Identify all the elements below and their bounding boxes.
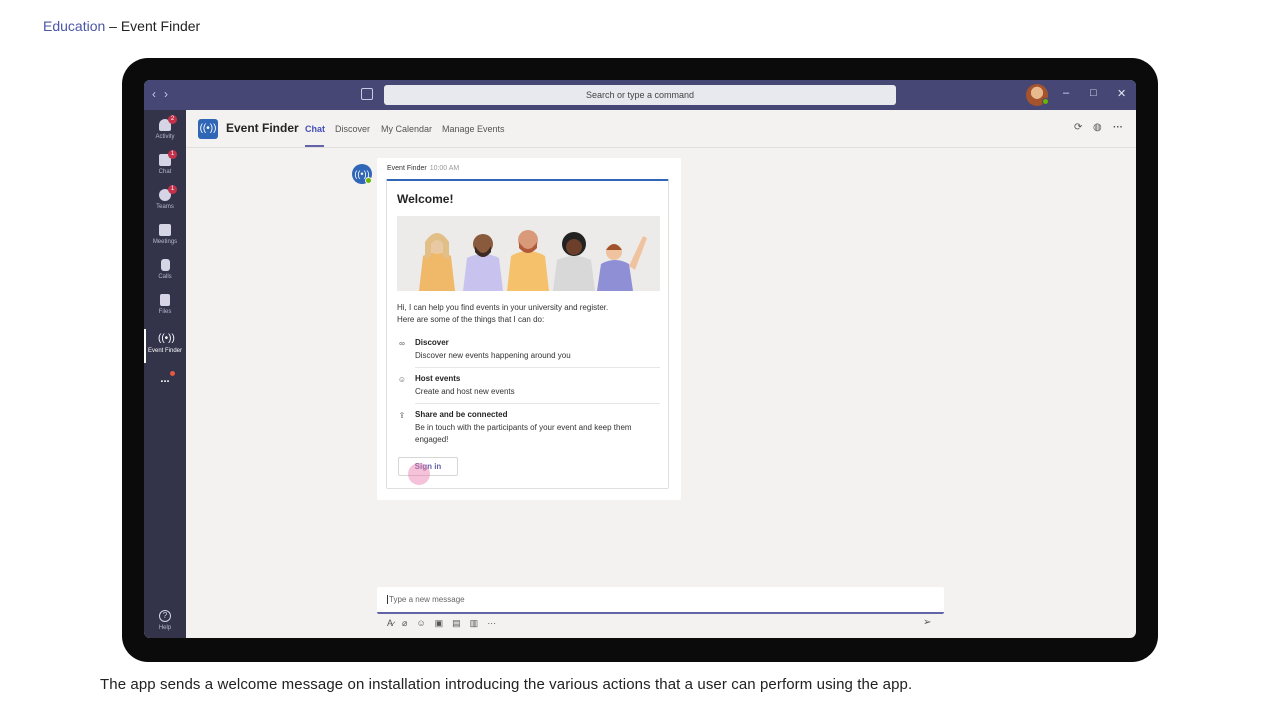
calendar-icon — [159, 224, 171, 236]
active-tab-indicator — [305, 145, 324, 147]
phone-icon — [160, 259, 170, 271]
feature-title: Host events — [415, 374, 461, 383]
rail-item-help[interactable]: ? Help — [144, 610, 186, 631]
close-button[interactable]: ✕ — [1117, 87, 1126, 100]
slide-caption: The app sends a welcome message on insta… — [100, 676, 913, 693]
intro-text: Hi, I can help you find events in your u… — [397, 302, 657, 326]
message-meta: Event Finder 10:00 AM — [387, 165, 459, 172]
rail-label-calls: Calls — [158, 274, 172, 280]
title-bar: ‹ › Search or type a command – □ ✕ — [144, 80, 1136, 110]
page-header: Education – Event Finder — [43, 18, 200, 34]
tab-manage-events[interactable]: Manage Events — [442, 124, 505, 134]
bot-presence-icon — [365, 177, 372, 184]
rail-label-teams: Teams — [156, 204, 174, 210]
page-header-title: – Event Finder — [105, 18, 201, 34]
feature-desc: Be in touch with the participants of you… — [415, 423, 632, 444]
presence-available-icon — [1042, 98, 1049, 105]
compose-placeholder: Type a new message — [387, 595, 465, 604]
tab-my-calendar[interactable]: My Calendar — [381, 124, 432, 134]
bot-message: Event Finder 10:00 AM Welcome! Hi, I can… — [377, 158, 681, 500]
more-apps-dot — [170, 371, 175, 376]
back-arrow-icon[interactable]: ‹ — [152, 87, 156, 101]
rail-item-calls[interactable]: Calls — [144, 259, 186, 280]
teams-badge: 1 — [168, 185, 177, 194]
feature-title: Discover — [415, 338, 449, 347]
send-icon[interactable]: ➢ — [923, 617, 931, 628]
tab-chat[interactable]: Chat — [305, 124, 325, 134]
tap-indicator — [408, 463, 430, 485]
app-title: Event Finder — [226, 121, 299, 135]
rail-label-chat: Chat — [158, 169, 172, 175]
message-sender: Event Finder — [387, 165, 427, 172]
attach-icon[interactable]: ⌀ — [402, 618, 407, 629]
emoji-icon[interactable]: ☺ — [416, 618, 425, 629]
people-illustration — [397, 216, 660, 291]
rail-label-meetings: Meetings — [152, 239, 178, 245]
rail-item-event-finder[interactable]: ((•)) Event Finder — [144, 329, 186, 363]
maximize-button[interactable]: □ — [1090, 87, 1097, 99]
compose-toolbar: A̷ ⌀ ☺ ▣ ▤ ▥ ··· — [387, 618, 496, 629]
activity-badge: 2 — [168, 115, 177, 124]
message-compose-box[interactable]: Type a new message — [377, 587, 944, 614]
more-apps-button[interactable]: ... — [144, 371, 186, 385]
file-icon — [160, 294, 170, 306]
rail-label-files: Files — [158, 309, 172, 315]
intro-line-2: Here are some of the things that I can d… — [397, 315, 545, 324]
share-icon: ⇪ — [398, 411, 406, 420]
help-icon: ? — [159, 610, 171, 622]
search-bar[interactable]: Search or type a command — [384, 85, 896, 105]
refresh-icon[interactable]: ⟳ — [1074, 122, 1082, 133]
app-rail: 2 Activity 1 Chat 1 Teams Meetings Calls… — [144, 110, 186, 638]
app-header: ((•)) Event Finder Chat Discover My Cale… — [186, 110, 1136, 148]
teams-window: ‹ › Search or type a command – □ ✕ 2 Act… — [144, 80, 1136, 638]
more-options-icon[interactable]: ··· — [1113, 122, 1123, 133]
rail-item-chat[interactable]: 1 Chat — [144, 150, 186, 175]
divider — [415, 367, 660, 368]
forward-arrow-icon[interactable]: › — [164, 87, 168, 101]
people-illustration-svg — [397, 216, 660, 291]
minimize-button[interactable]: – — [1063, 87, 1069, 99]
intro-line-1: Hi, I can help you find events in your u… — [397, 303, 609, 312]
globe-icon[interactable]: ◍ — [1093, 122, 1102, 133]
card-title: Welcome! — [397, 192, 454, 206]
person-icon: ☺ — [397, 375, 407, 384]
rail-item-activity[interactable]: 2 Activity — [144, 115, 186, 140]
gif-icon[interactable]: ▣ — [435, 618, 444, 629]
education-link[interactable]: Education — [43, 18, 105, 34]
more-compose-options-icon[interactable]: ··· — [487, 618, 496, 629]
rail-label-activity: Activity — [155, 134, 175, 140]
ellipsis-icon: ... — [160, 373, 170, 385]
meet-now-icon[interactable]: ▥ — [470, 618, 479, 629]
sticker-icon[interactable]: ▤ — [452, 618, 461, 629]
event-finder-logo-icon: ((•)) — [198, 119, 218, 139]
nav-arrows: ‹ › — [152, 87, 168, 101]
feature-desc: Discover new events happening around you — [415, 351, 571, 360]
new-chat-icon[interactable] — [361, 88, 373, 100]
rail-item-meetings[interactable]: Meetings — [144, 224, 186, 245]
rail-label-event-finder: Event Finder — [147, 348, 183, 354]
rail-item-teams[interactable]: 1 Teams — [144, 185, 186, 210]
rail-item-files[interactable]: Files — [144, 294, 186, 315]
binoculars-icon: ∞ — [399, 339, 405, 348]
feature-title: Share and be connected — [415, 410, 508, 419]
welcome-card: Welcome! Hi, I can help you find events … — [386, 179, 669, 489]
tab-discover[interactable]: Discover — [335, 124, 370, 134]
divider — [415, 403, 660, 404]
format-icon[interactable]: A̷ — [387, 618, 393, 629]
message-time: 10:00 AM — [429, 165, 460, 172]
rail-label-help: Help — [158, 625, 172, 631]
chat-badge: 1 — [168, 150, 177, 159]
broadcast-icon: ((•)) — [158, 333, 175, 344]
feature-desc: Create and host new events — [415, 387, 515, 396]
